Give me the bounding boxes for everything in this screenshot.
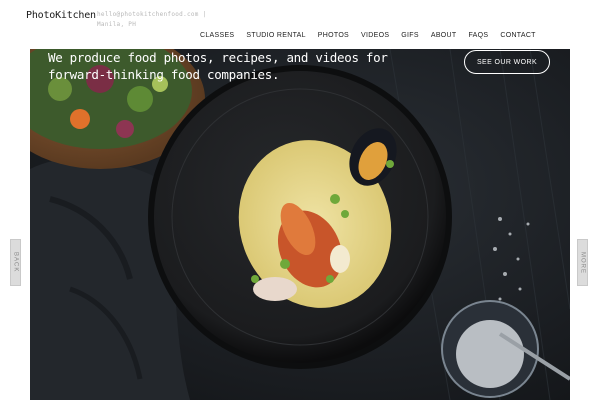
contact-info: hello@photokitchenfood.com | Manila, PH	[97, 11, 207, 28]
nav-studio-rental[interactable]: STUDIO RENTAL	[246, 32, 305, 39]
site-header: PhotoKitchen hello@photokitchenfood.com …	[0, 0, 600, 32]
nav-videos[interactable]: VIDEOS	[361, 32, 389, 39]
nav-about[interactable]: ABOUT	[431, 32, 457, 39]
more-button[interactable]: MORE	[577, 239, 588, 286]
hero-image	[30, 49, 570, 400]
see-our-work-button[interactable]: SEE OUR WORK	[464, 50, 550, 74]
back-button[interactable]: BACK	[10, 239, 21, 286]
main-nav: CLASSES STUDIO RENTAL PHOTOS VIDEOS GIFS…	[200, 32, 548, 39]
nav-classes[interactable]: CLASSES	[200, 32, 234, 39]
nav-contact[interactable]: CONTACT	[500, 32, 535, 39]
nav-gifs[interactable]: GIFS	[401, 32, 419, 39]
nav-photos[interactable]: PHOTOS	[318, 32, 349, 39]
tagline-line-1: We produce food photos, recipes, and vid…	[48, 50, 388, 65]
hero-food-photo	[30, 49, 570, 400]
site-logo[interactable]: PhotoKitchen	[26, 10, 96, 21]
hero-tagline: We produce food photos, recipes, and vid…	[48, 49, 388, 83]
nav-faqs[interactable]: FAQS	[468, 32, 488, 39]
tagline-line-2: forward-thinking food companies.	[48, 67, 280, 82]
